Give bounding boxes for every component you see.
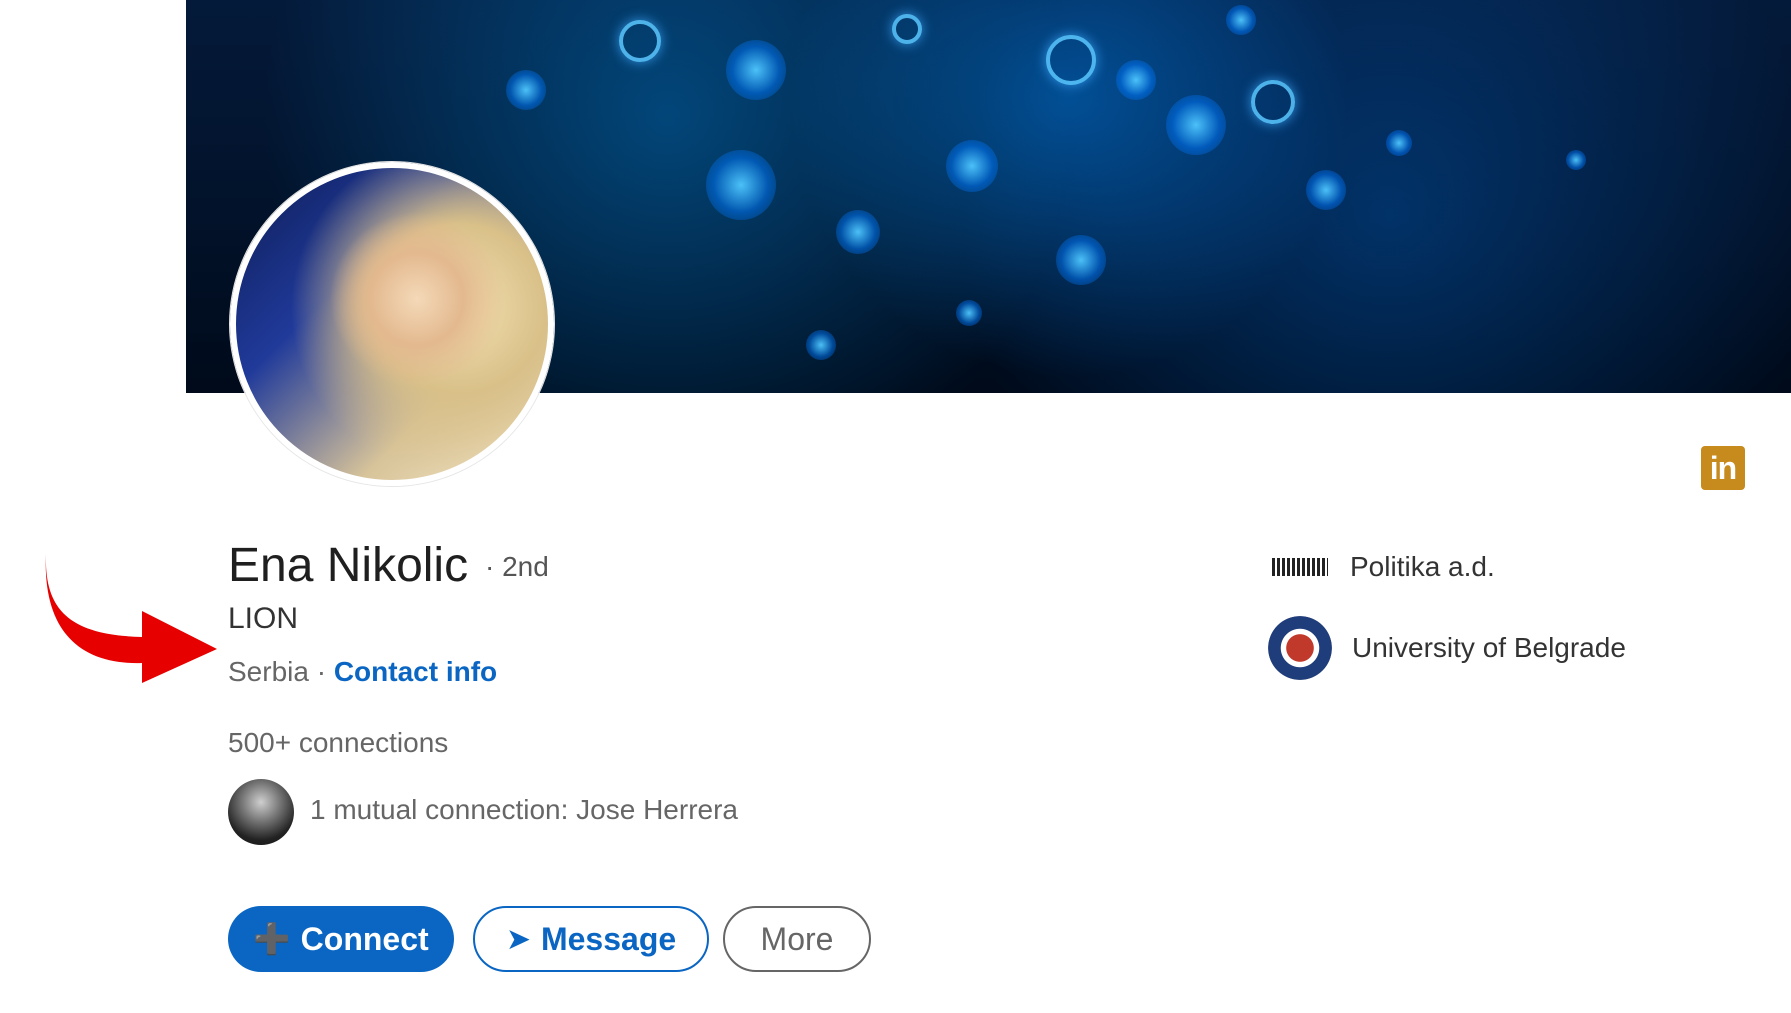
contact-info-link[interactable]: Contact info: [334, 656, 497, 687]
bokeh-light: [1166, 95, 1226, 155]
org-item-politika[interactable]: Politika a.d.: [1272, 551, 1495, 583]
message-label: Message: [540, 920, 677, 957]
location-text: Serbia ·: [228, 656, 327, 687]
bokeh-light: [1046, 35, 1096, 85]
bokeh-light: [892, 14, 922, 44]
profile-name: Ena Nikolic: [228, 539, 469, 592]
linkedin-icon[interactable]: in: [1701, 446, 1745, 490]
bokeh-light: [619, 20, 661, 62]
mutual-connection-text[interactable]: 1 mutual connection: Jose Herrera: [310, 794, 738, 826]
bokeh-light: [836, 210, 880, 254]
connect-label: Connect: [300, 920, 429, 957]
red-arrow-annotation: [45, 553, 217, 683]
mutual-connection-avatar[interactable]: [228, 779, 294, 845]
bokeh-light: [1226, 5, 1256, 35]
add-person-icon: ➕: [253, 922, 291, 956]
bokeh-light: [946, 140, 998, 192]
connections-count[interactable]: 500+ connections: [228, 727, 448, 759]
message-button[interactable]: ➤ Message: [473, 906, 709, 972]
connect-button[interactable]: ➕ Connect: [228, 906, 454, 972]
connection-degree: · 2nd: [485, 551, 549, 582]
bokeh-light: [1306, 170, 1346, 210]
send-icon: ➤: [505, 922, 531, 956]
profile-headline: LION: [228, 602, 299, 635]
org-name: Politika a.d.: [1350, 551, 1495, 582]
bokeh-light: [506, 70, 546, 110]
bokeh-light: [726, 40, 786, 100]
bokeh-light: [956, 300, 982, 326]
bokeh-light: [806, 330, 836, 360]
bokeh-light: [1251, 80, 1295, 124]
university-seal-icon: [1268, 616, 1332, 680]
bokeh-light: [706, 150, 776, 220]
more-button[interactable]: More: [723, 906, 871, 972]
bokeh-light: [1386, 130, 1412, 156]
more-label: More: [760, 920, 834, 957]
org-item-university[interactable]: University of Belgrade: [1268, 616, 1626, 680]
org-name: University of Belgrade: [1352, 632, 1626, 663]
bokeh-light: [1566, 150, 1586, 170]
location-row: Serbia · Contact info: [228, 656, 497, 688]
bokeh-light: [1116, 60, 1156, 100]
profile-photo[interactable]: [230, 162, 554, 486]
bokeh-light: [1056, 235, 1106, 285]
politika-logo-icon: [1272, 558, 1328, 576]
